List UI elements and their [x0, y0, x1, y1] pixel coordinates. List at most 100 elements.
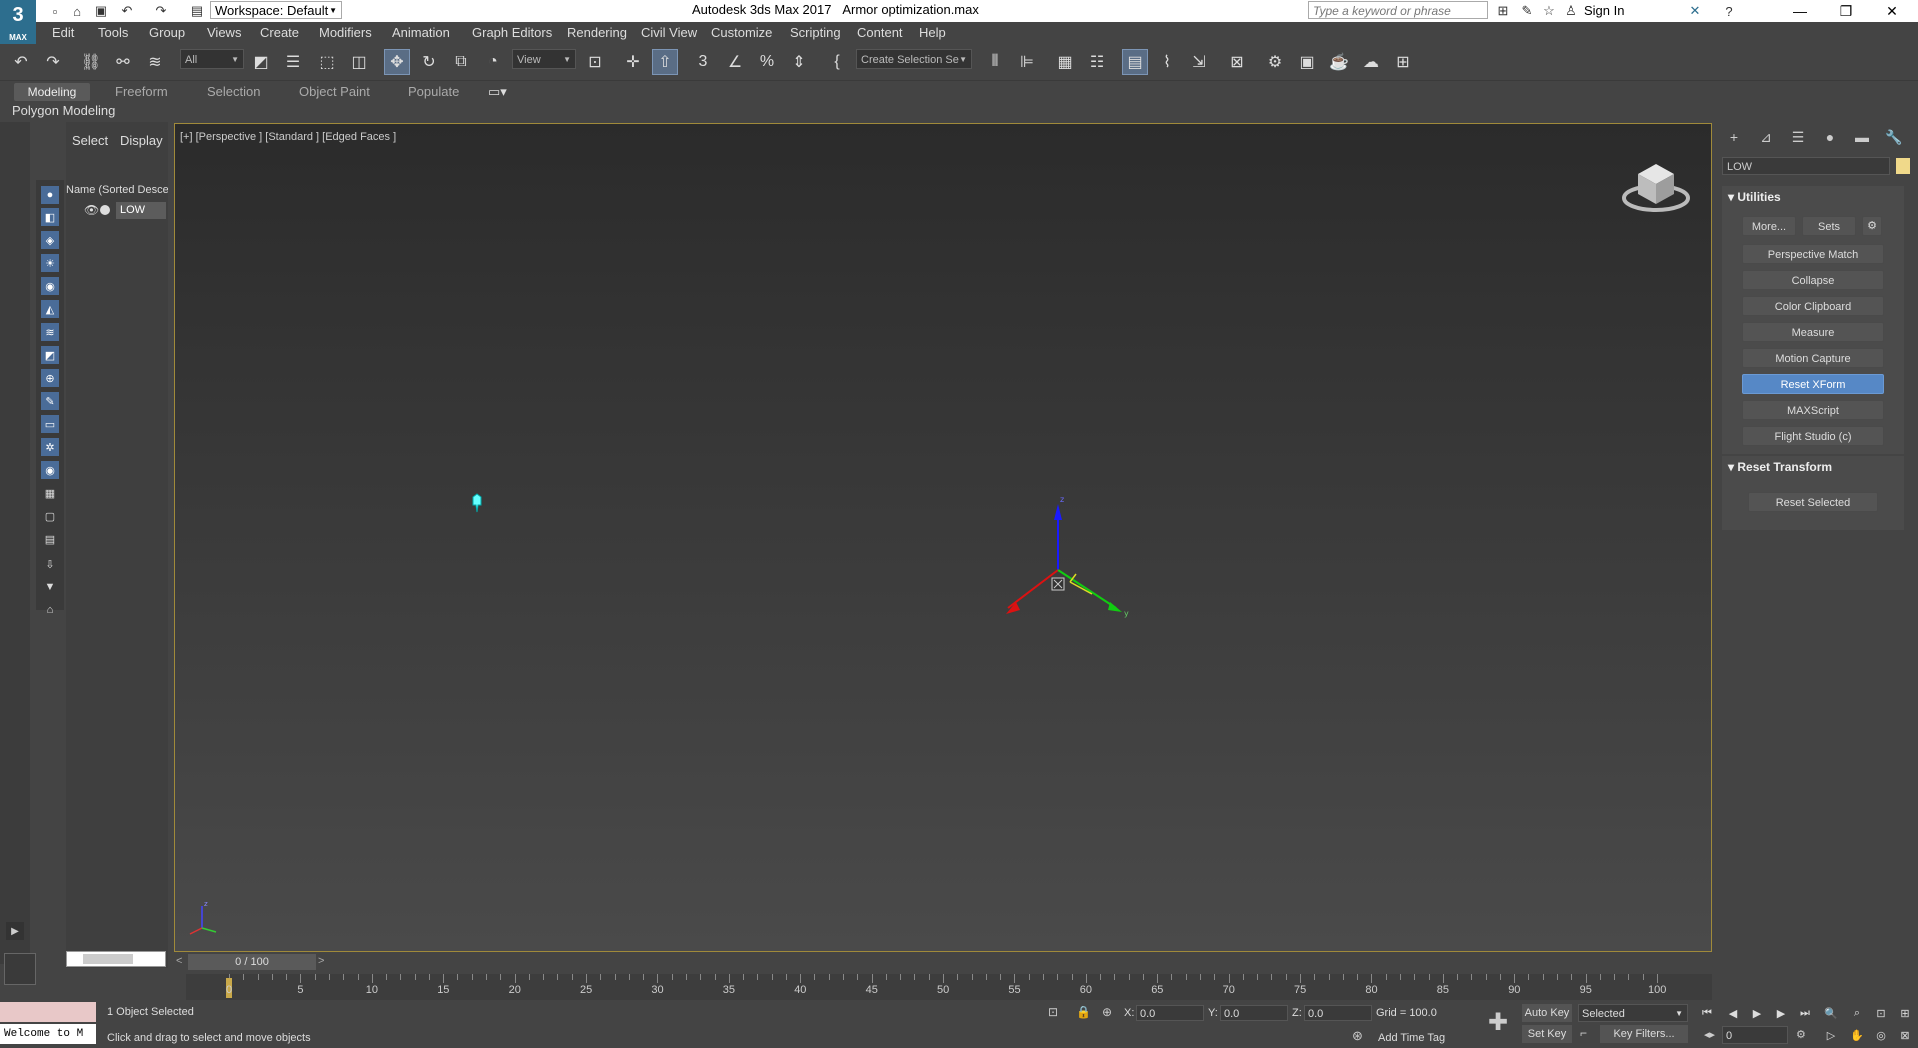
favorites-icon[interactable]: ☆: [1540, 2, 1558, 20]
app-logo[interactable]: 3 MAX: [0, 0, 36, 44]
sets-button[interactable]: Sets: [1802, 216, 1856, 236]
display-frozen-icon[interactable]: ◉: [41, 461, 59, 479]
help-icon[interactable]: ?: [1720, 2, 1738, 20]
scene-explorer-toggle-icon[interactable]: ▦: [1052, 49, 1078, 75]
maximize-viewport-icon[interactable]: ⊠: [1896, 1026, 1914, 1044]
selection-filter-dropdown[interactable]: All ▼: [180, 49, 244, 69]
reset-transform-rollout-toggle[interactable]: ▾ Reset Transform: [1728, 460, 1832, 474]
y-coordinate-field[interactable]: 0.0: [1220, 1005, 1288, 1021]
flight-studio-button[interactable]: Flight Studio (c): [1742, 426, 1884, 446]
window-crossing-icon[interactable]: ◫: [346, 49, 372, 75]
reset-xform-button[interactable]: Reset XForm: [1742, 374, 1884, 394]
go-to-start-icon[interactable]: ⏮: [1698, 1004, 1716, 1022]
edit-named-selection-icon[interactable]: {: [824, 49, 850, 75]
display-particles-icon[interactable]: ✲: [41, 438, 59, 456]
current-frame-field[interactable]: 0: [1722, 1026, 1788, 1044]
set-key-button[interactable]: Set Key: [1522, 1025, 1572, 1043]
motion-tab-icon[interactable]: ●: [1820, 127, 1840, 147]
key-mode-toggle-icon[interactable]: ◂▸: [1704, 1028, 1715, 1041]
more-button[interactable]: More...: [1742, 216, 1796, 236]
field-of-view-icon[interactable]: ▷: [1822, 1026, 1840, 1044]
isolate-selection-icon[interactable]: ⊡: [1048, 1005, 1058, 1019]
time-configuration-icon[interactable]: ⚙: [1796, 1028, 1806, 1041]
snaps-toggle-icon[interactable]: 3: [690, 49, 716, 75]
motion-capture-button[interactable]: Motion Capture: [1742, 348, 1884, 368]
display-none-icon[interactable]: ●: [41, 186, 59, 204]
modify-tab-icon[interactable]: ⊿: [1756, 127, 1776, 147]
visibility-eye-icon[interactable]: 👁: [84, 203, 99, 217]
zoom-all-icon[interactable]: ⌕: [1848, 1004, 1866, 1022]
exchange-icon[interactable]: ✕: [1686, 2, 1704, 20]
display-all-icon[interactable]: ▦: [41, 484, 59, 502]
container-icon[interactable]: ⌂: [41, 601, 59, 619]
sync-selection-icon[interactable]: ⇩: [41, 555, 59, 573]
menu-graph-editors[interactable]: Graph Editors: [472, 25, 552, 40]
menu-customize[interactable]: Customize: [711, 25, 772, 40]
zoom-icon[interactable]: 🔍: [1822, 1004, 1840, 1022]
menu-help[interactable]: Help: [919, 25, 946, 40]
collapse-button[interactable]: Collapse: [1742, 270, 1884, 290]
explorer-horizontal-scrollbar[interactable]: [66, 951, 166, 967]
viewport-label-menu[interactable]: [+] [Perspective ] [Standard ] [Edged Fa…: [180, 131, 396, 143]
render-setup-icon[interactable]: ⚙: [1262, 49, 1288, 75]
name-column-header[interactable]: Name (Sorted Descer: [66, 184, 168, 196]
display-containers-icon[interactable]: ▭: [41, 415, 59, 433]
menu-animation[interactable]: Animation: [392, 25, 450, 40]
orbit-icon[interactable]: ◎: [1872, 1026, 1890, 1044]
menu-views[interactable]: Views: [207, 25, 241, 40]
rendered-frame-window-icon[interactable]: ▣: [1294, 49, 1320, 75]
display-xrefs-icon[interactable]: ⊕: [41, 369, 59, 387]
z-coordinate-field[interactable]: 0.0: [1304, 1005, 1372, 1021]
create-tab-icon[interactable]: +: [1724, 127, 1744, 147]
sign-in-link[interactable]: Sign In: [1584, 3, 1624, 18]
display-invert-icon[interactable]: ▢: [41, 507, 59, 525]
maxscript-listener-input[interactable]: Welcome to M: [0, 1024, 96, 1044]
prev-frame-arrow-icon[interactable]: <: [176, 955, 182, 967]
tab-selection[interactable]: Selection: [207, 84, 260, 99]
maxscript-listener-output[interactable]: [0, 1002, 96, 1022]
bind-space-warp-icon[interactable]: ≋: [142, 49, 168, 75]
display-lights-icon[interactable]: ☀: [41, 254, 59, 272]
default-tangents-icon[interactable]: ⌐: [1580, 1026, 1587, 1040]
select-by-name-icon[interactable]: ☰: [280, 49, 306, 75]
mini-listener-box[interactable]: [4, 953, 36, 985]
menu-content[interactable]: Content: [857, 25, 903, 40]
pan-view-icon[interactable]: ✋: [1848, 1026, 1866, 1044]
viewcube-icon[interactable]: [1620, 158, 1692, 218]
redo-icon[interactable]: ↷: [40, 49, 66, 75]
new-file-icon[interactable]: ▫: [46, 2, 64, 20]
redo-icon[interactable]: ↷: [152, 2, 170, 20]
x-coordinate-field[interactable]: 0.0: [1136, 1005, 1204, 1021]
menu-edit[interactable]: Edit: [52, 25, 74, 40]
select-object-icon[interactable]: ◩: [248, 49, 274, 75]
zoom-extents-all-icon[interactable]: ⊞: [1896, 1004, 1914, 1022]
angle-snap-icon[interactable]: ∠: [722, 49, 748, 75]
play-icon[interactable]: ▶: [1748, 1004, 1766, 1022]
percent-snap-icon[interactable]: %: [754, 49, 780, 75]
undo-icon[interactable]: ↶: [8, 49, 34, 75]
perspective-match-button[interactable]: Perspective Match: [1742, 244, 1884, 264]
display-shapes-icon[interactable]: ◈: [41, 231, 59, 249]
reset-selected-button[interactable]: Reset Selected: [1748, 492, 1878, 512]
go-to-end-icon[interactable]: ⏭: [1796, 1004, 1814, 1022]
select-and-scale-icon[interactable]: ⧉: [448, 49, 474, 75]
a360-gallery-icon[interactable]: ⊞: [1390, 49, 1416, 75]
menu-civil-view[interactable]: Civil View: [641, 25, 697, 40]
pivot-center-icon[interactable]: ⊡: [582, 49, 608, 75]
utilities-tab-icon[interactable]: 🔧: [1884, 127, 1904, 147]
curve-editor-icon[interactable]: ⌇: [1154, 49, 1180, 75]
add-time-tag-link[interactable]: Add Time Tag: [1378, 1032, 1445, 1044]
tab-modeling[interactable]: Modeling: [14, 83, 90, 101]
schematic-view-icon[interactable]: ⇲: [1186, 49, 1212, 75]
tab-select[interactable]: Select: [72, 133, 108, 148]
select-and-place-icon[interactable]: ◔: [480, 49, 506, 75]
render-production-icon[interactable]: ☕: [1326, 49, 1352, 75]
select-manipulate-icon[interactable]: ✛: [620, 49, 646, 75]
render-in-cloud-icon[interactable]: ☁: [1358, 49, 1384, 75]
display-groups-icon[interactable]: ◩: [41, 346, 59, 364]
object-name-field[interactable]: LOW: [1722, 157, 1890, 175]
search-input[interactable]: Type a keyword or phrase: [1308, 1, 1488, 19]
reference-coordinate-dropdown[interactable]: View ▼: [512, 49, 576, 69]
zoom-extents-icon[interactable]: ⊡: [1872, 1004, 1890, 1022]
project-folder-icon[interactable]: ▤: [188, 2, 206, 20]
